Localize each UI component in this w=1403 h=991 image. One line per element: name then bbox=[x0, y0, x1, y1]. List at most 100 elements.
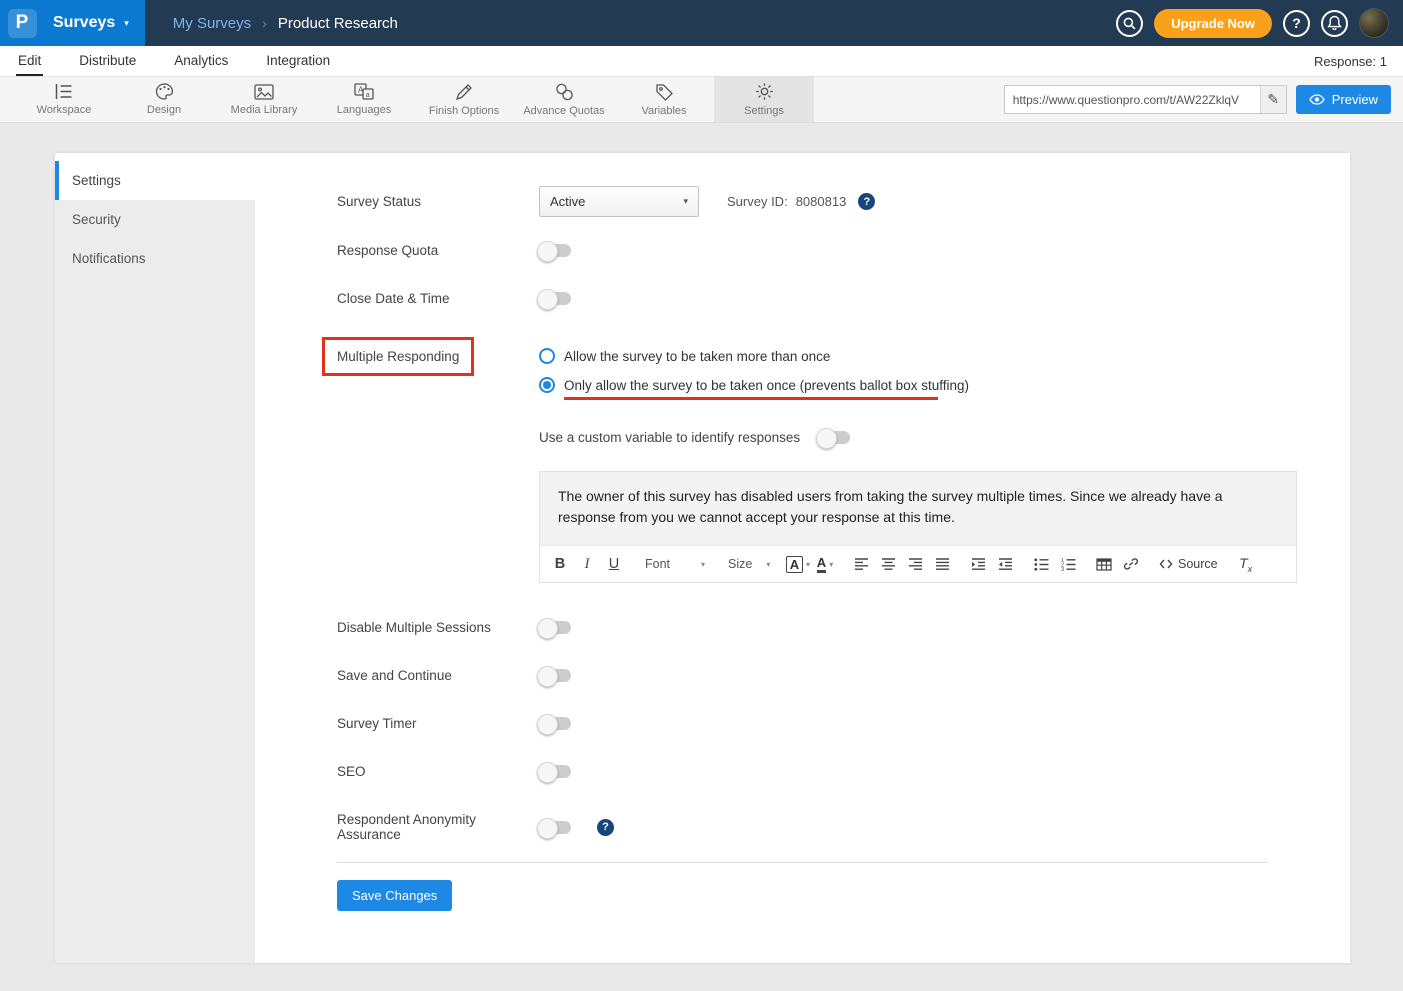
custom-variable-label: Use a custom variable to identify respon… bbox=[539, 430, 800, 445]
save-continue-toggle[interactable] bbox=[539, 669, 571, 682]
size-dropdown-label: Size bbox=[728, 557, 752, 571]
edit-toolbar: Workspace Design Media Library Aa Langua… bbox=[0, 77, 1403, 123]
font-dropdown-label: Font bbox=[645, 557, 670, 571]
source-button[interactable]: Source bbox=[1151, 551, 1226, 577]
topbar: P Surveys ▾ My Surveys › Product Researc… bbox=[0, 0, 1403, 46]
seo-label: SEO bbox=[337, 764, 539, 779]
chevron-down-icon: ▾ bbox=[124, 18, 129, 29]
save-continue-label: Save and Continue bbox=[337, 668, 539, 683]
insert-table-button[interactable] bbox=[1091, 551, 1117, 577]
toolbar-label: Design bbox=[147, 104, 181, 116]
toolbar-right: ✎ Preview bbox=[1004, 77, 1403, 122]
save-changes-button[interactable]: Save Changes bbox=[337, 880, 452, 911]
insert-link-button[interactable] bbox=[1118, 551, 1144, 577]
background-color-button[interactable]: A ▾ bbox=[785, 551, 811, 577]
seo-toggle[interactable] bbox=[539, 765, 571, 778]
image-icon bbox=[254, 84, 274, 100]
survey-status-label: Survey Status bbox=[337, 194, 539, 209]
option-take-once-wrap: Only allow the survey to be taken once (… bbox=[539, 377, 969, 400]
font-dropdown[interactable]: Font ▾ bbox=[638, 551, 712, 577]
survey-timer-toggle[interactable] bbox=[539, 717, 571, 730]
edit-url-button[interactable]: ✎ bbox=[1260, 86, 1286, 113]
toolbar-item-settings[interactable]: Settings bbox=[714, 77, 814, 122]
toggle-rows: Disable Multiple Sessions Save and Conti… bbox=[337, 620, 1350, 842]
surveys-app-menu[interactable]: P Surveys ▾ bbox=[0, 0, 145, 46]
bulleted-list-button[interactable] bbox=[1028, 551, 1054, 577]
link-icon bbox=[1123, 557, 1139, 571]
tab-distribute[interactable]: Distribute bbox=[77, 46, 138, 76]
search-button[interactable] bbox=[1116, 10, 1143, 37]
toolbar-item-design[interactable]: Design bbox=[114, 77, 214, 122]
align-right-button[interactable] bbox=[902, 551, 928, 577]
settings-form: Survey Status Active ▾ Survey ID: 808081… bbox=[255, 153, 1350, 963]
toolbar-item-variables[interactable]: Variables bbox=[614, 77, 714, 122]
questionpro-logo: P bbox=[0, 0, 44, 46]
toolbar-label: Finish Options bbox=[429, 105, 499, 117]
anonymity-help-icon[interactable]: ? bbox=[597, 819, 614, 836]
radio-selected[interactable] bbox=[539, 377, 555, 393]
custom-variable-toggle[interactable] bbox=[818, 431, 850, 444]
toolbar-label: Media Library bbox=[231, 104, 298, 116]
option-take-once[interactable]: Only allow the survey to be taken once (… bbox=[539, 377, 969, 393]
palette-icon bbox=[155, 83, 174, 100]
tab-analytics[interactable]: Analytics bbox=[172, 46, 230, 76]
disable-sessions-label: Disable Multiple Sessions bbox=[337, 620, 539, 635]
disabled-message-text[interactable]: The owner of this survey has disabled us… bbox=[540, 472, 1296, 545]
remove-format-button[interactable]: Tx bbox=[1233, 551, 1259, 577]
align-justify-button[interactable] bbox=[929, 551, 955, 577]
align-left-button[interactable] bbox=[848, 551, 874, 577]
help-button[interactable]: ? bbox=[1283, 10, 1310, 37]
survey-status-value: Active bbox=[550, 194, 585, 209]
radio-unselected[interactable] bbox=[539, 348, 555, 364]
toolbar-item-languages[interactable]: Aa Languages bbox=[314, 77, 414, 122]
tab-edit[interactable]: Edit bbox=[16, 46, 43, 76]
toolbar-item-finish-options[interactable]: Finish Options bbox=[414, 77, 514, 122]
preview-button[interactable]: Preview bbox=[1296, 85, 1391, 114]
survey-timer-label: Survey Timer bbox=[337, 716, 539, 731]
response-quota-toggle[interactable] bbox=[539, 244, 571, 257]
size-dropdown[interactable]: Size ▾ bbox=[721, 551, 775, 577]
survey-id-help-icon[interactable]: ? bbox=[858, 193, 875, 210]
main-nav: Edit Distribute Analytics Integration Re… bbox=[0, 46, 1403, 77]
indent-button[interactable] bbox=[965, 551, 991, 577]
outdent-button[interactable] bbox=[992, 551, 1018, 577]
notifications-button[interactable] bbox=[1321, 10, 1348, 37]
anonymity-toggle[interactable] bbox=[539, 821, 571, 834]
outdent-icon bbox=[998, 558, 1013, 571]
avatar[interactable] bbox=[1359, 8, 1389, 38]
tab-integration[interactable]: Integration bbox=[264, 46, 332, 76]
align-center-icon bbox=[881, 558, 896, 571]
disable-sessions-toggle[interactable] bbox=[539, 621, 571, 634]
custom-variable-row: Use a custom variable to identify respon… bbox=[539, 430, 1350, 445]
italic-button[interactable]: I bbox=[574, 551, 600, 577]
option-take-more-than-once[interactable]: Allow the survey to be taken more than o… bbox=[539, 348, 969, 364]
toolbar-item-media-library[interactable]: Media Library bbox=[214, 77, 314, 122]
multiple-responding-row: Multiple Responding Allow the survey to … bbox=[337, 348, 1350, 400]
sidebar-item-security[interactable]: Security bbox=[55, 200, 255, 239]
rings-icon bbox=[555, 83, 574, 101]
code-icon bbox=[1159, 558, 1173, 570]
bold-button[interactable]: B bbox=[547, 551, 573, 577]
question-mark-icon: ? bbox=[1292, 15, 1301, 31]
pencil-icon: ✎ bbox=[1267, 91, 1279, 108]
close-date-label: Close Date & Time bbox=[337, 291, 539, 306]
align-right-icon bbox=[908, 558, 923, 571]
toolbar-item-advance-quotas[interactable]: Advance Quotas bbox=[514, 77, 614, 122]
underline-button[interactable]: U bbox=[601, 551, 627, 577]
numbered-list-icon: 123 bbox=[1061, 558, 1076, 571]
align-center-button[interactable] bbox=[875, 551, 901, 577]
svg-text:a: a bbox=[366, 92, 370, 99]
upgrade-now-button[interactable]: Upgrade Now bbox=[1154, 9, 1272, 38]
sidebar-item-notifications[interactable]: Notifications bbox=[55, 239, 255, 278]
close-date-toggle[interactable] bbox=[539, 292, 571, 305]
numbered-list-button[interactable]: 123 bbox=[1055, 551, 1081, 577]
sidebar-item-settings[interactable]: Settings bbox=[55, 161, 255, 200]
text-color-button[interactable]: A ▾ bbox=[812, 551, 838, 577]
save-continue-row: Save and Continue bbox=[337, 668, 1350, 683]
survey-status-select[interactable]: Active ▾ bbox=[539, 186, 699, 217]
multiple-responding-label-col: Multiple Responding bbox=[337, 348, 539, 376]
toolbar-item-workspace[interactable]: Workspace bbox=[14, 77, 114, 122]
survey-url-input[interactable] bbox=[1005, 93, 1260, 107]
align-left-icon bbox=[854, 558, 869, 571]
breadcrumb-my-surveys[interactable]: My Surveys bbox=[173, 15, 251, 32]
